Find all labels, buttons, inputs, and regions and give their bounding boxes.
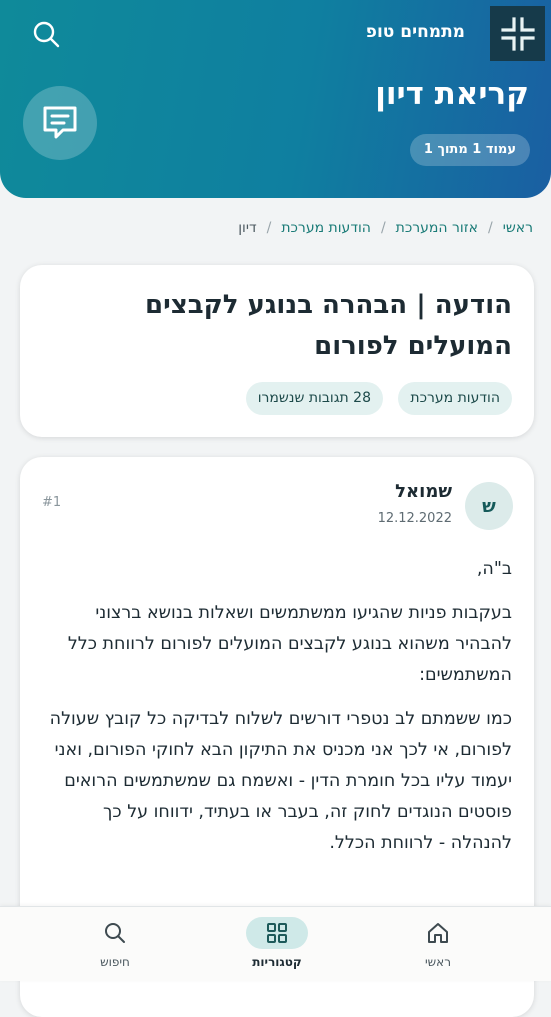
category-tag[interactable]: הודעות מערכת: [398, 382, 512, 415]
header-hero: מתמחים טופ קריאת דיון עמוד 1 מתוך 1: [0, 0, 551, 198]
post-date: 12.12.2022: [377, 511, 452, 526]
breadcrumb-separator: /: [380, 220, 386, 236]
breadcrumb-system-messages[interactable]: הודעות מערכת: [281, 220, 371, 236]
post-author[interactable]: שמואל: [395, 481, 452, 502]
nav-label-search: חיפוש: [100, 955, 130, 969]
post-paragraph: בעקבות פניות שהגיעו ממשתמשים ושאלות בנוש…: [67, 603, 512, 685]
post-number[interactable]: #1: [42, 495, 61, 510]
page-title: קריאת דיון: [375, 76, 529, 112]
nav-label-home: ראשי: [425, 955, 451, 969]
breadcrumb-current: דיון: [238, 220, 257, 236]
home-icon: [428, 923, 448, 943]
topic-title: הודעה | הבהרה בנוגע לקבצים המועלים לפורו…: [144, 290, 512, 361]
post-paragraph: ב"ה,: [476, 559, 512, 579]
breadcrumb-separator: /: [266, 220, 272, 236]
page-indicator: עמוד 1 מתוך 1: [409, 134, 530, 166]
nav-icon-wrap: [84, 917, 146, 949]
breadcrumb-system-area[interactable]: אזור המערכת: [396, 220, 478, 236]
nav-item-search[interactable]: חיפוש: [70, 917, 160, 969]
search-icon: [105, 923, 125, 943]
nav-item-home[interactable]: ראשי: [393, 917, 483, 969]
replies-count-tag: 28 תגובות שנשמרו: [245, 382, 383, 415]
compress-arrows-icon: [500, 16, 535, 51]
search-icon: [33, 21, 60, 48]
logo[interactable]: [490, 6, 545, 61]
topic-card: הודעה | הבהרה בנוגע לקבצים המועלים לפורו…: [20, 265, 534, 437]
avatar[interactable]: ש: [465, 482, 513, 530]
nav-item-categories[interactable]: קטגוריות: [232, 917, 322, 969]
brand-name[interactable]: מתמחים טופ: [366, 22, 465, 42]
comment-button[interactable]: [23, 86, 97, 160]
nav-icon-wrap: [246, 917, 308, 949]
post-body: ב"ה, בעקבות פניות שהגיעו ממשתמשים ושאלות…: [42, 554, 512, 872]
comment-icon: [43, 106, 77, 139]
nav-icon-wrap: [407, 917, 469, 949]
nav-label-categories: קטגוריות: [252, 955, 302, 969]
bottom-navigation: ראשי קטגוריות חיפוש: [0, 906, 551, 981]
breadcrumb-home[interactable]: ראשי: [503, 220, 533, 236]
breadcrumb: ראשי / אזור המערכת / הודעות מערכת / דיון: [238, 220, 533, 236]
breadcrumb-separator: /: [487, 220, 493, 236]
post-paragraph: כמו ששמתם לב נטפרי דורשים לשלוח לבדיקה כ…: [49, 709, 512, 853]
search-button[interactable]: [30, 18, 62, 50]
grid-icon: [267, 923, 287, 943]
